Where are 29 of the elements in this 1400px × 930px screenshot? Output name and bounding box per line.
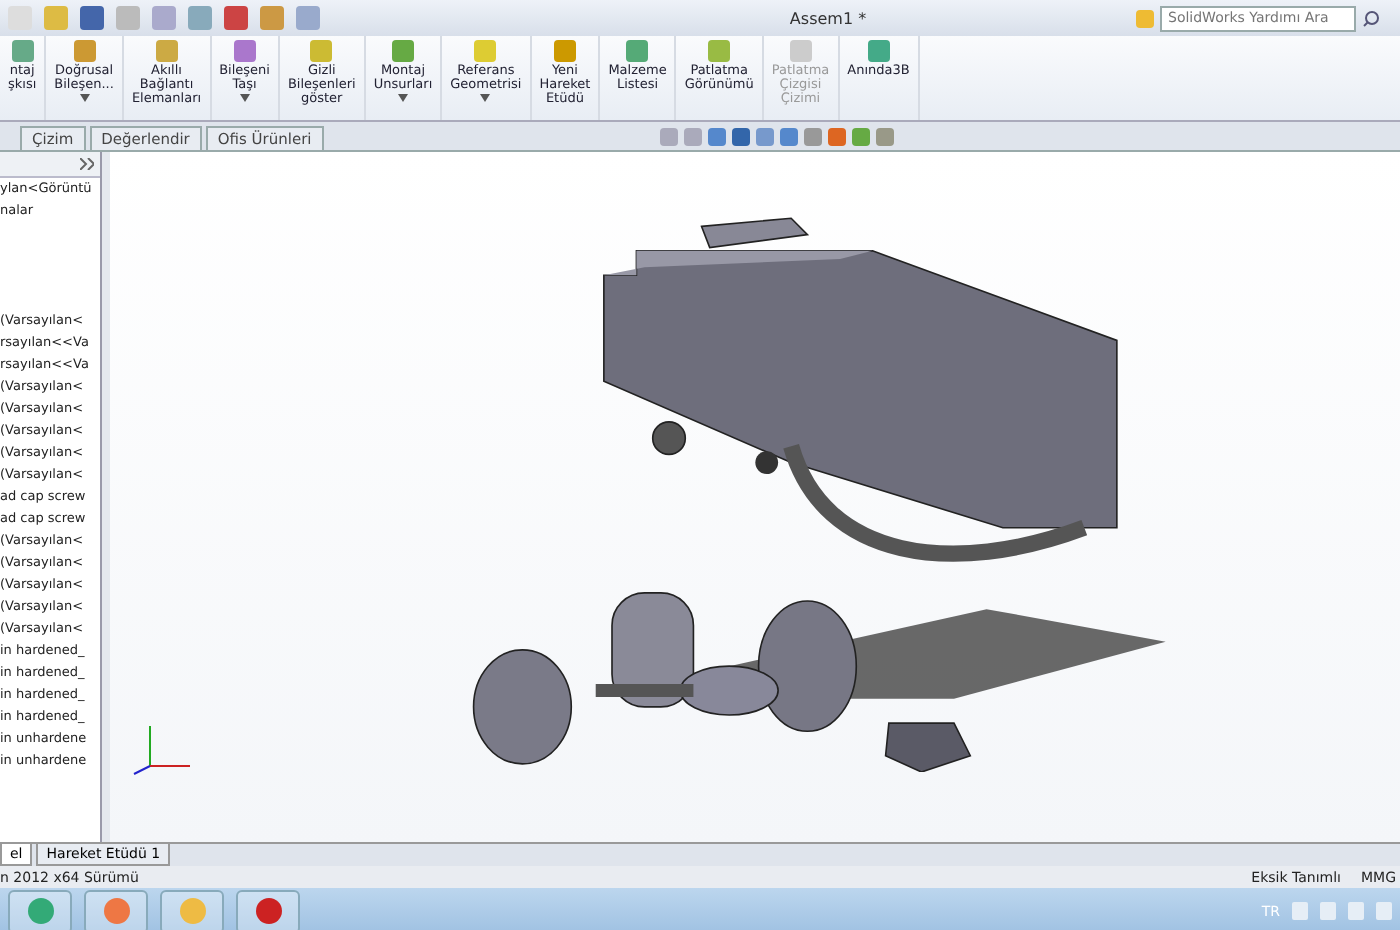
search-icon[interactable] [1362,9,1380,27]
tool-icon [73,40,96,62]
toolbar-icon[interactable] [116,6,140,30]
taskbar-app-icon[interactable] [236,889,300,930]
tool-icon [553,40,576,62]
toolbar-icon[interactable] [44,6,68,30]
tool-icon [391,40,414,62]
toolbar-icon[interactable] [80,6,104,30]
toolbar-icon[interactable] [296,6,320,30]
window-title: Assem1 * [787,9,869,27]
tool-icon [233,40,256,62]
tool-icon [867,40,890,62]
toolbar-icon[interactable] [188,6,212,30]
tool-icon [626,40,649,62]
taskbar-app-icon[interactable] [160,889,224,930]
taskbar-app-icon[interactable] [84,889,148,930]
toolbar-icon[interactable] [260,6,284,30]
tool-icon [310,40,333,62]
toolbar-icon[interactable] [224,6,248,30]
tool-icon [474,40,497,62]
taskbar-app-icon[interactable] [8,889,72,930]
tool-icon [155,40,178,62]
tool-icon [11,40,34,62]
expand-icon[interactable] [80,158,94,170]
help-icon [1136,9,1154,27]
toolbar-icon[interactable] [8,6,32,30]
toolbar-icon[interactable] [152,6,176,30]
tool-icon [789,40,812,62]
tool-icon [708,40,731,62]
